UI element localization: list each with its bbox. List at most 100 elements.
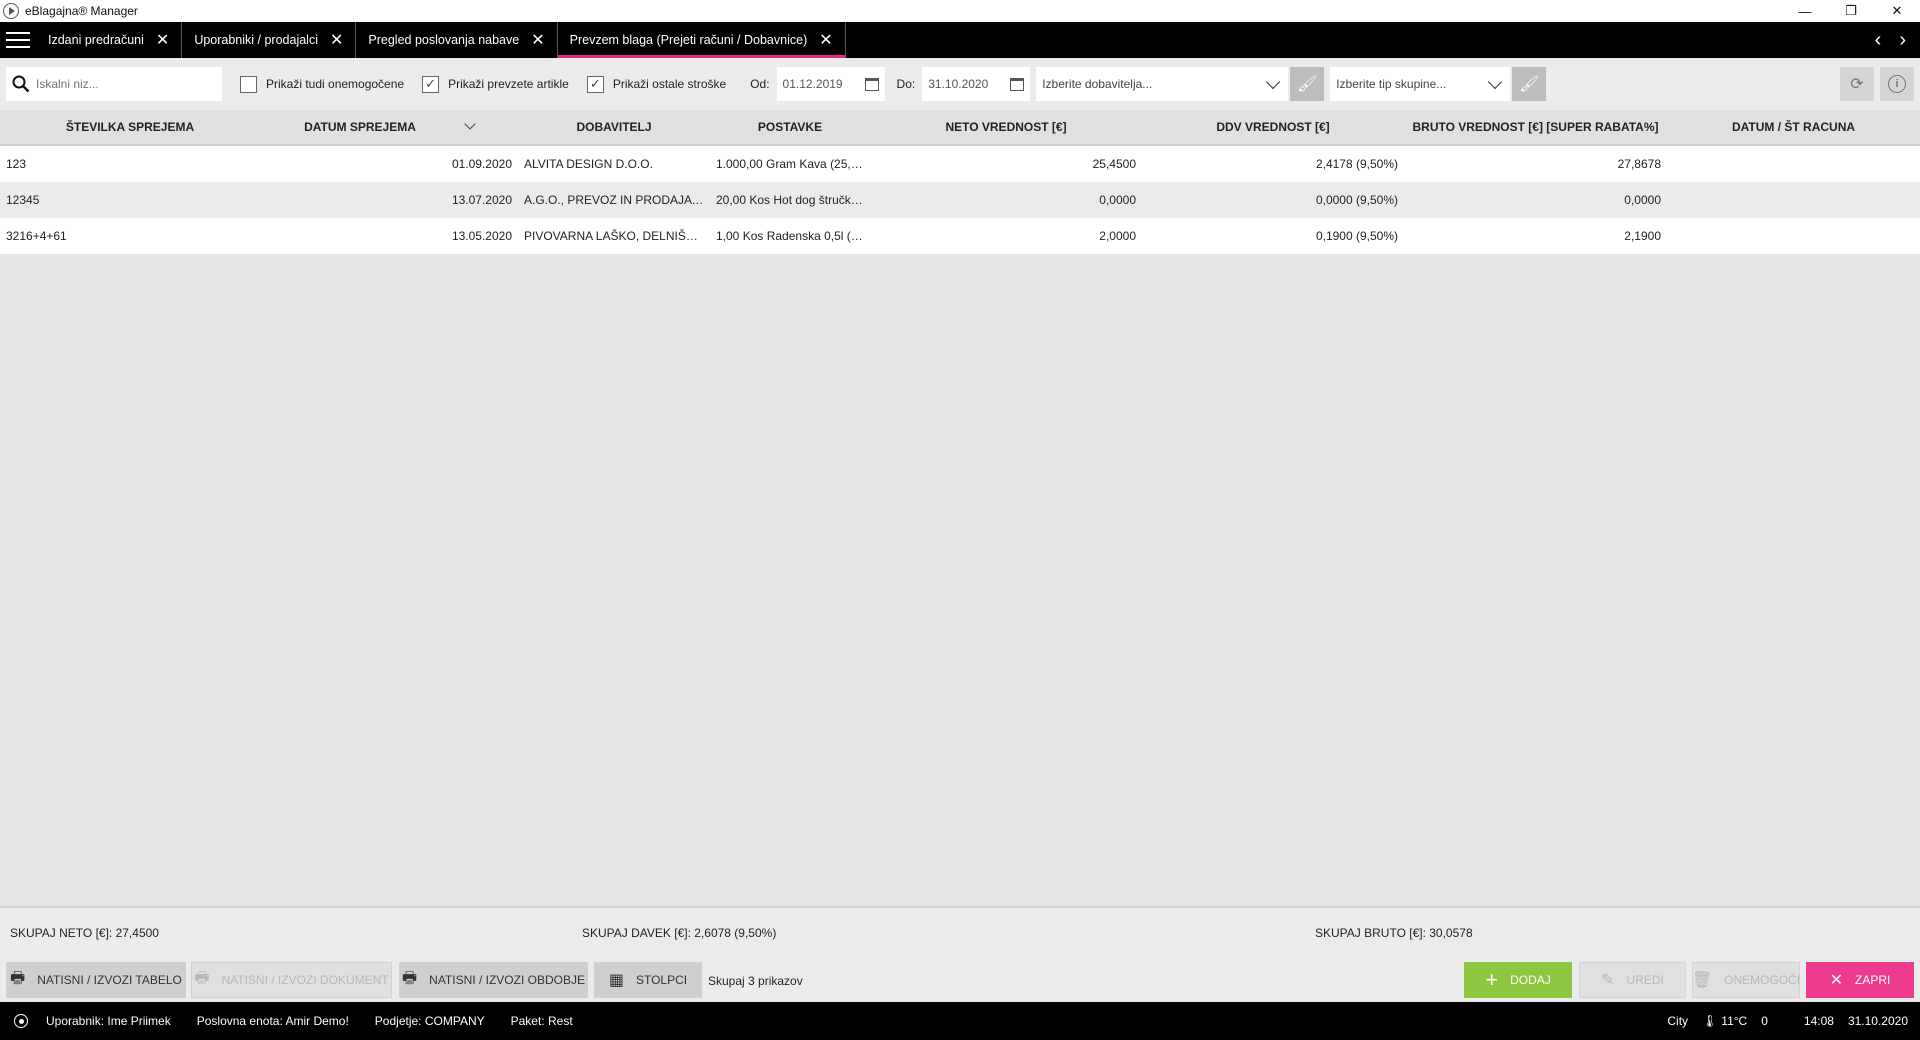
supplier-dropdown[interactable]: Izberite dobavitelja... [1036, 67, 1289, 101]
cell-ddv: 2,4178 (9,50%) [1315, 157, 1398, 171]
to-label: Do: [896, 77, 916, 91]
table-row[interactable]: 123 01.09.2020 ALVITA DESIGN D.O.O. 1.00… [0, 146, 1920, 182]
show-disabled-checkbox[interactable]: Prikaži tudi onemogočene [240, 75, 405, 93]
add-button[interactable]: + DODAJ [1464, 962, 1572, 998]
col-header-stevilka[interactable]: ŠTEVILKA SPREJEMA [0, 120, 260, 134]
clear-group-type-button[interactable]: 🖌 [1512, 67, 1547, 101]
col-header-datum-racuna[interactable]: DATUM / ŠT RACUNA [1667, 120, 1920, 134]
total-neto: SKUPAJ NETO [€]: 27,4500 [10, 926, 159, 940]
to-date-value: 31.10.2020 [928, 77, 989, 91]
print-table-button[interactable]: 🖶 NATISNI / IZVOZI TABELO [6, 962, 186, 998]
from-date-value: 01.12.2019 [782, 77, 843, 91]
col-header-neto[interactable]: NETO VREDNOST [€] [870, 120, 1142, 134]
col-header-bruto[interactable]: BRUTO VREDNOST [€] [SUPER RABATA%] [1404, 120, 1667, 134]
tab-pregled-poslovanja[interactable]: Pregled poslovanja nabave ✕ [356, 22, 558, 58]
info-button[interactable]: i [1880, 67, 1914, 101]
print-period-label: NATISNI / IZVOZI OBDOBJE [429, 973, 585, 987]
window-controls: — ❐ ✕ [1782, 0, 1920, 22]
calendar-icon[interactable] [864, 77, 879, 91]
cell-datum: 01.09.2020 [451, 157, 512, 171]
col-header-postavke[interactable]: POSTAVKE [710, 120, 870, 134]
chevron-right-icon[interactable]: › [1899, 29, 1906, 52]
show-other-costs-checkbox[interactable]: ✓ Prikaži ostale stroške [586, 75, 727, 93]
from-date-picker[interactable]: 01.12.2019 [776, 67, 885, 101]
refresh-icon: ⟳ [1850, 76, 1864, 93]
tab-label: Uporabniki / prodajalci [194, 33, 318, 47]
brush-icon: 🖌 [1519, 76, 1540, 93]
chevron-left-icon[interactable]: ‹ [1875, 29, 1882, 52]
cell-dobavitelj: A.G.O., PREVOZ IN PRODAJA RI... [524, 193, 710, 207]
cell-bruto: 27,8678 [1617, 157, 1661, 171]
cell-datum: 13.05.2020 [451, 229, 512, 243]
filter-right-buttons: ⟳ i [1840, 67, 1914, 101]
tab-bar: Izdani predračuni ✕ Uporabniki / prodaja… [0, 22, 1920, 58]
search-box[interactable] [6, 67, 222, 101]
disable-label: ONEMOGOČI [1724, 973, 1801, 987]
clear-supplier-button[interactable]: 🖌 [1290, 67, 1325, 101]
cell-postavke: 20,00 Kos Hot dog štručka ... [716, 193, 870, 207]
print-period-button[interactable]: 🖶 NATISNI / IZVOZI OBDOBJE [399, 962, 588, 998]
checkbox-box[interactable] [240, 75, 257, 93]
menu-icon[interactable] [0, 22, 36, 58]
disable-button[interactable]: 🗑 ONEMOGOČI [1692, 962, 1800, 998]
tab-navigation: ‹ › [1875, 22, 1920, 58]
filter-bar: Prikaži tudi onemogočene ✓ Prikaži prevz… [0, 58, 1920, 110]
tab-close-icon[interactable]: ✕ [819, 30, 832, 50]
status-package: Paket: Rest [510, 1014, 573, 1028]
group-type-dropdown[interactable]: Izberite tip skupine... [1330, 67, 1511, 101]
search-input[interactable] [36, 77, 206, 91]
app-title: eBlagajna® Manager [25, 4, 138, 18]
checkbox-label: Prikaži prevzete artikle [448, 77, 569, 91]
to-date-picker[interactable]: 31.10.2020 [922, 67, 1031, 101]
columns-label: STOLPCI [635, 973, 688, 987]
restore-button[interactable]: ❐ [1828, 0, 1874, 22]
col-header-ddv[interactable]: DDV VREDNOST [€] [1142, 120, 1404, 134]
cell-stevilka: 12345 [6, 193, 40, 207]
chevron-down-icon [1488, 74, 1503, 89]
columns-grid-icon: ▦ [608, 972, 624, 989]
col-header-datum[interactable]: DATUM SPREJEMA [260, 118, 518, 134]
close-label: ZAPRI [1855, 973, 1891, 987]
cell-datum: 13.07.2020 [451, 193, 512, 207]
tab-uporabniki[interactable]: Uporabniki / prodajalci ✕ [182, 22, 357, 58]
app-logo-icon [3, 3, 19, 19]
close-window-button[interactable]: ✕ [1874, 0, 1920, 22]
close-button[interactable]: ✕ ZAPRI [1806, 962, 1914, 998]
status-temperature: 11°C [1721, 1014, 1748, 1028]
minimize-button[interactable]: — [1782, 0, 1828, 22]
pencil-icon: ✎ [1601, 972, 1615, 989]
edit-button[interactable]: ✎ UREDI [1579, 962, 1686, 998]
table-row[interactable]: 3216+4+61 13.05.2020 PIVOVARNA LAŠKO, DE… [0, 218, 1920, 254]
status-right: City 🌡 11°C 0 14:08 31.10.2020 [1667, 1014, 1920, 1028]
cell-stevilka: 3216+4+61 [6, 229, 67, 243]
brush-icon: 🖌 [1297, 76, 1318, 93]
calendar-icon[interactable] [1010, 77, 1025, 91]
checkbox-label: Prikaži ostale stroške [612, 77, 727, 91]
table-row[interactable]: 12345 13.07.2020 A.G.O., PREVOZ IN PRODA… [0, 182, 1920, 218]
printer-icon: 🖶 [194, 969, 210, 987]
tab-close-icon[interactable]: ✕ [330, 30, 343, 50]
cell-neto: 0,0000 [1099, 193, 1136, 207]
tab-close-icon[interactable]: ✕ [156, 30, 169, 50]
show-received-items-checkbox[interactable]: ✓ Prikaži prevzete artikle [422, 75, 569, 93]
cell-stevilka: 123 [6, 157, 27, 171]
print-document-button[interactable]: 🖶 NATISNI / IZVOZI DOKUMENT [191, 962, 392, 998]
checkbox-box[interactable]: ✓ [586, 75, 604, 93]
checkbox-box[interactable]: ✓ [422, 75, 440, 93]
tab-prevzem-blaga[interactable]: Prevzem blaga (Prejeti računi / Dobavnic… [557, 22, 846, 58]
tab-label: Izdani predračuni [48, 33, 144, 47]
tab-close-icon[interactable]: ✕ [531, 30, 544, 50]
cell-postavke: 1,00 Kos Radenska 0,5l (1,... [716, 229, 870, 243]
cell-bruto: 2,1900 [1624, 229, 1661, 243]
col-header-dobavitelj[interactable]: DOBAVITELJ [518, 120, 710, 134]
columns-button[interactable]: ▦ STOLPCI [594, 962, 702, 998]
tab-label: Pregled poslovanja nabave [368, 33, 520, 47]
col-header-datum-label: DATUM SPREJEMA [304, 120, 416, 134]
status-logo-icon [14, 1014, 28, 1028]
total-davek: SKUPAJ DAVEK [€]: 2,6078 (9,50%) [582, 926, 777, 940]
refresh-button[interactable]: ⟳ [1840, 67, 1874, 101]
checkbox-label: Prikaži tudi onemogočene [266, 77, 405, 91]
tab-izdani-predracuni[interactable]: Izdani predračuni ✕ [36, 22, 183, 58]
print-table-label: NATISNI / IZVOZI TABELO [37, 973, 182, 987]
action-bar: 🖶 NATISNI / IZVOZI TABELO 🖶 NATISNI / IZ… [0, 956, 1920, 1002]
